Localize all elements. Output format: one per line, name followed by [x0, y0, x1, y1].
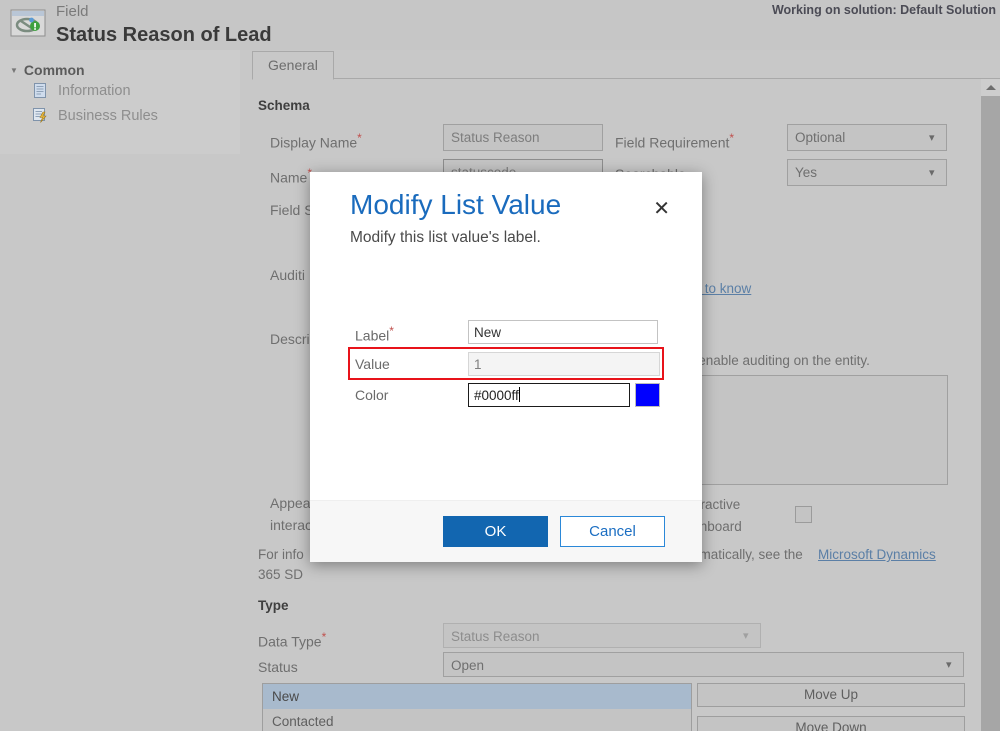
sidebar-empty-area: [0, 154, 240, 731]
auditing-label: Auditi: [270, 267, 306, 283]
tab-strip: [252, 50, 1000, 79]
ok-button[interactable]: OK: [443, 516, 548, 547]
text-caret: [518, 387, 520, 402]
status-reason-listbox[interactable]: New Contacted: [262, 683, 692, 731]
vertical-scrollbar[interactable]: [981, 79, 1000, 731]
name-label: Name*: [270, 166, 312, 186]
field-requirement-select[interactable]: Optional ▾: [787, 124, 947, 151]
sidebar: ▼ Common Information Business Rules: [0, 50, 240, 154]
page-title-block: Field Status Reason of Lead: [56, 0, 272, 48]
solution-context-label: Working on solution: Default Solution: [771, 3, 996, 17]
list-item[interactable]: Contacted: [263, 709, 691, 731]
type-heading: Type: [258, 598, 289, 613]
appears-in-interactive-checkbox[interactable]: [795, 506, 812, 523]
display-name-label: Display Name*: [270, 131, 362, 151]
sidebar-item-label: Business Rules: [58, 107, 158, 124]
sidebar-group-label: Common: [23, 62, 85, 78]
for-information-line2: 365 SD: [258, 567, 304, 582]
appears-in-interactive-label-line2: interac: [270, 517, 313, 533]
sdk-sentence: nmatically, see the: [692, 547, 803, 562]
label-input[interactable]: New: [468, 320, 658, 344]
field-security-label: Field S: [270, 202, 314, 218]
chevron-down-icon: ▼: [10, 65, 18, 75]
color-input[interactable]: #0000ff: [468, 383, 630, 407]
scrollbar-up-track[interactable]: [981, 79, 1000, 96]
data-type-label: Data Type*: [258, 630, 327, 650]
required-asterisk: *: [729, 131, 735, 145]
top-bar: Field Status Reason of Lead Working on s…: [0, 0, 1000, 50]
dialog-title: Modify List Value: [350, 189, 562, 220]
schema-heading: Schema: [258, 98, 310, 113]
color-swatch[interactable]: [635, 383, 660, 407]
chevron-down-icon: ▾: [743, 629, 749, 642]
sidebar-item-business-rules[interactable]: Business Rules: [0, 103, 240, 128]
page-title: Status Reason of Lead: [56, 24, 272, 46]
description-label: Descri: [270, 331, 310, 347]
modify-list-value-dialog: Modify List Value Modify this list value…: [310, 172, 702, 562]
color-field-label: Color: [355, 387, 389, 403]
chevron-down-icon: ▾: [929, 166, 935, 179]
dialog-footer: OK Cancel: [310, 500, 702, 562]
sidebar-group-common[interactable]: ▼ Common: [0, 50, 240, 78]
field-entity-icon: [8, 7, 48, 41]
document-icon: [32, 82, 49, 99]
status-label: Status: [258, 659, 298, 675]
dialog-subtitle: Modify this list value's label.: [350, 229, 541, 246]
close-icon[interactable]: ✕: [653, 199, 670, 219]
description-textarea[interactable]: [694, 375, 948, 485]
auditing-note: u enable auditing on the entity.: [687, 353, 870, 368]
searchable-select[interactable]: Yes ▾: [787, 159, 947, 186]
data-type-select: Status Reason ▾: [443, 623, 761, 648]
tab-general[interactable]: General: [252, 51, 334, 80]
label-field-label: Label*: [355, 324, 394, 344]
field-requirement-label: Field Requirement*: [615, 131, 735, 151]
list-item[interactable]: New: [263, 684, 691, 709]
microsoft-dynamics-sdk-link[interactable]: Microsoft Dynamics: [818, 547, 936, 562]
move-up-button[interactable]: Move Up: [697, 683, 965, 707]
required-asterisk: *: [357, 131, 362, 145]
for-information-line1: For info: [258, 547, 304, 562]
scrollbar-thumb[interactable]: [981, 96, 1000, 731]
sidebar-item-label: Information: [58, 82, 131, 99]
appears-in-interactive-label-line1: Appea: [270, 495, 311, 511]
value-row-highlight: [348, 347, 664, 380]
business-rules-icon: [32, 107, 49, 124]
required-asterisk: *: [389, 324, 394, 338]
chevron-down-icon: ▾: [946, 658, 952, 671]
display-name-input[interactable]: Status Reason: [443, 124, 603, 151]
move-down-button[interactable]: Move Down: [697, 716, 965, 731]
sidebar-item-information[interactable]: Information: [0, 78, 240, 103]
chevron-down-icon: ▾: [929, 131, 935, 144]
entity-kicker: Field: [56, 3, 89, 20]
required-asterisk: *: [321, 630, 327, 644]
color-input-text: #0000ff: [474, 388, 519, 403]
chevron-up-icon: [986, 85, 996, 90]
cancel-button[interactable]: Cancel: [560, 516, 665, 547]
status-select[interactable]: Open ▾: [443, 652, 964, 677]
